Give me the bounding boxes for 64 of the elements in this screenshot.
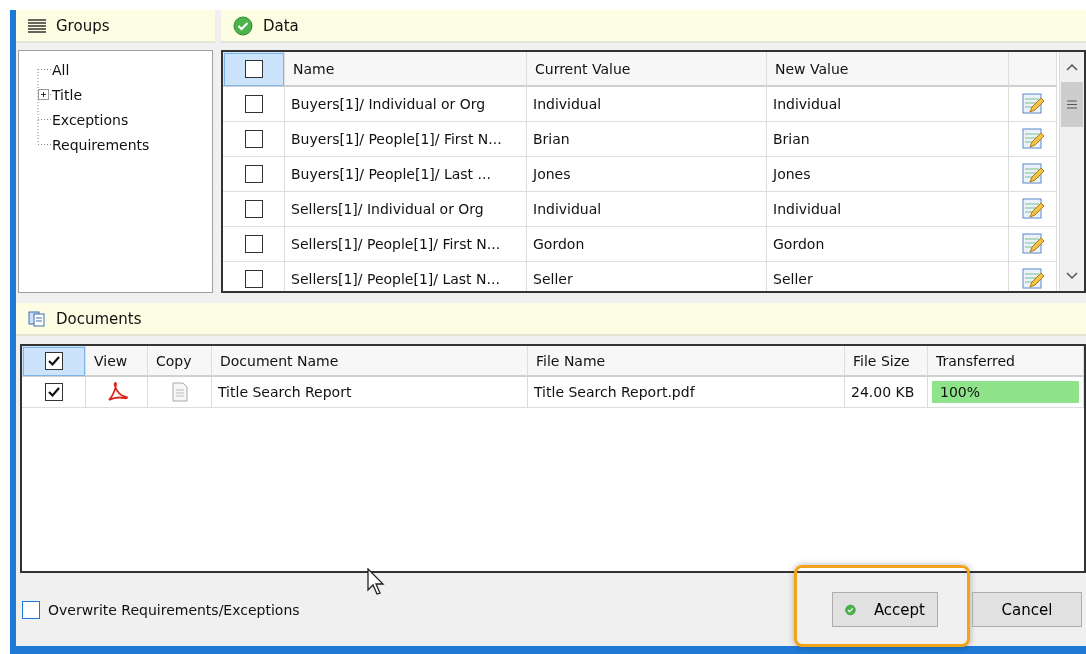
cancel-button[interactable]: Cancel	[972, 592, 1082, 627]
table-cell: Brian	[527, 122, 767, 157]
checkbox-label: Overwrite Requirements/Exceptions	[48, 601, 300, 618]
column-header[interactable]: Current Value	[527, 52, 767, 87]
table-cell: Brian	[767, 122, 1009, 157]
column-header[interactable]: Copy	[148, 346, 212, 377]
table-cell: 24.00 KB	[845, 377, 928, 408]
checkbox[interactable]	[44, 383, 63, 401]
table-cell: Gordon	[527, 227, 767, 262]
scrollbar[interactable]	[1059, 52, 1084, 291]
column-header[interactable]: File Name	[528, 346, 845, 377]
checkbox[interactable]	[244, 165, 263, 183]
progress-text: 100%	[939, 384, 981, 400]
table-cell: Sellers[1]/ People[1]/ Last N...	[285, 262, 527, 291]
checkbox[interactable]	[244, 130, 263, 148]
table-cell: Buyers[1]/ Individual or Org	[285, 87, 527, 122]
check-circle-icon	[233, 15, 253, 36]
list-icon	[28, 18, 46, 33]
checkbox[interactable]	[244, 95, 263, 113]
table-cell: Individual	[527, 87, 767, 122]
documents-title: Documents	[56, 309, 142, 328]
table-cell: Jones	[527, 157, 767, 192]
edit-icon[interactable]	[1020, 197, 1045, 221]
edit-icon[interactable]	[1020, 92, 1045, 116]
column-header[interactable]: Document Name	[212, 346, 528, 377]
tree-item[interactable]: Title	[52, 86, 82, 103]
column-header[interactable]: New Value	[767, 52, 1009, 87]
checkbox[interactable]	[244, 270, 263, 288]
table-cell: Individual	[527, 192, 767, 227]
tree-item[interactable]: Exceptions	[52, 111, 129, 128]
checkbox[interactable]	[44, 351, 63, 370]
table-cell: Sellers[1]/ People[1]/ First N...	[285, 227, 527, 262]
edit-icon[interactable]	[1020, 267, 1045, 291]
column-header[interactable]: Name	[285, 52, 527, 87]
table-cell: Seller	[767, 262, 1009, 291]
checkbox[interactable]	[244, 200, 263, 218]
grip-icon	[1067, 100, 1077, 109]
groups-title: Groups	[56, 16, 110, 35]
tree-item[interactable]: Requirements	[52, 136, 150, 153]
table-cell: Individual	[767, 87, 1009, 122]
table-cell: Title Search Report	[212, 377, 528, 408]
table-cell: Buyers[1]/ People[1]/ Last ...	[285, 157, 527, 192]
documents-icon	[28, 310, 46, 327]
column-header[interactable]: File Size	[845, 346, 928, 377]
checkbox[interactable]	[22, 600, 40, 619]
edit-icon[interactable]	[1020, 232, 1045, 256]
expand-icon[interactable]	[38, 89, 49, 100]
column-header[interactable]: Transferred	[928, 346, 1084, 377]
checkbox[interactable]	[244, 235, 263, 253]
accept-button[interactable]: Accept	[832, 592, 938, 627]
checkbox[interactable]	[244, 59, 263, 78]
scroll-thumb[interactable]	[1061, 82, 1083, 127]
edit-icon[interactable]	[1020, 162, 1045, 186]
edit-icon[interactable]	[1020, 127, 1045, 151]
table-cell: Individual	[767, 192, 1009, 227]
column-header[interactable]: View	[86, 346, 148, 377]
table-cell: Jones	[767, 157, 1009, 192]
table-cell: Seller	[527, 262, 767, 291]
table-cell: Title Search Report.pdf	[528, 377, 845, 408]
table-cell: Buyers[1]/ People[1]/ First N...	[285, 122, 527, 157]
data-title: Data	[263, 16, 299, 35]
table-cell: Gordon	[767, 227, 1009, 262]
table-cell: Sellers[1]/ Individual or Org	[285, 192, 527, 227]
tree-item[interactable]: All	[52, 61, 70, 78]
